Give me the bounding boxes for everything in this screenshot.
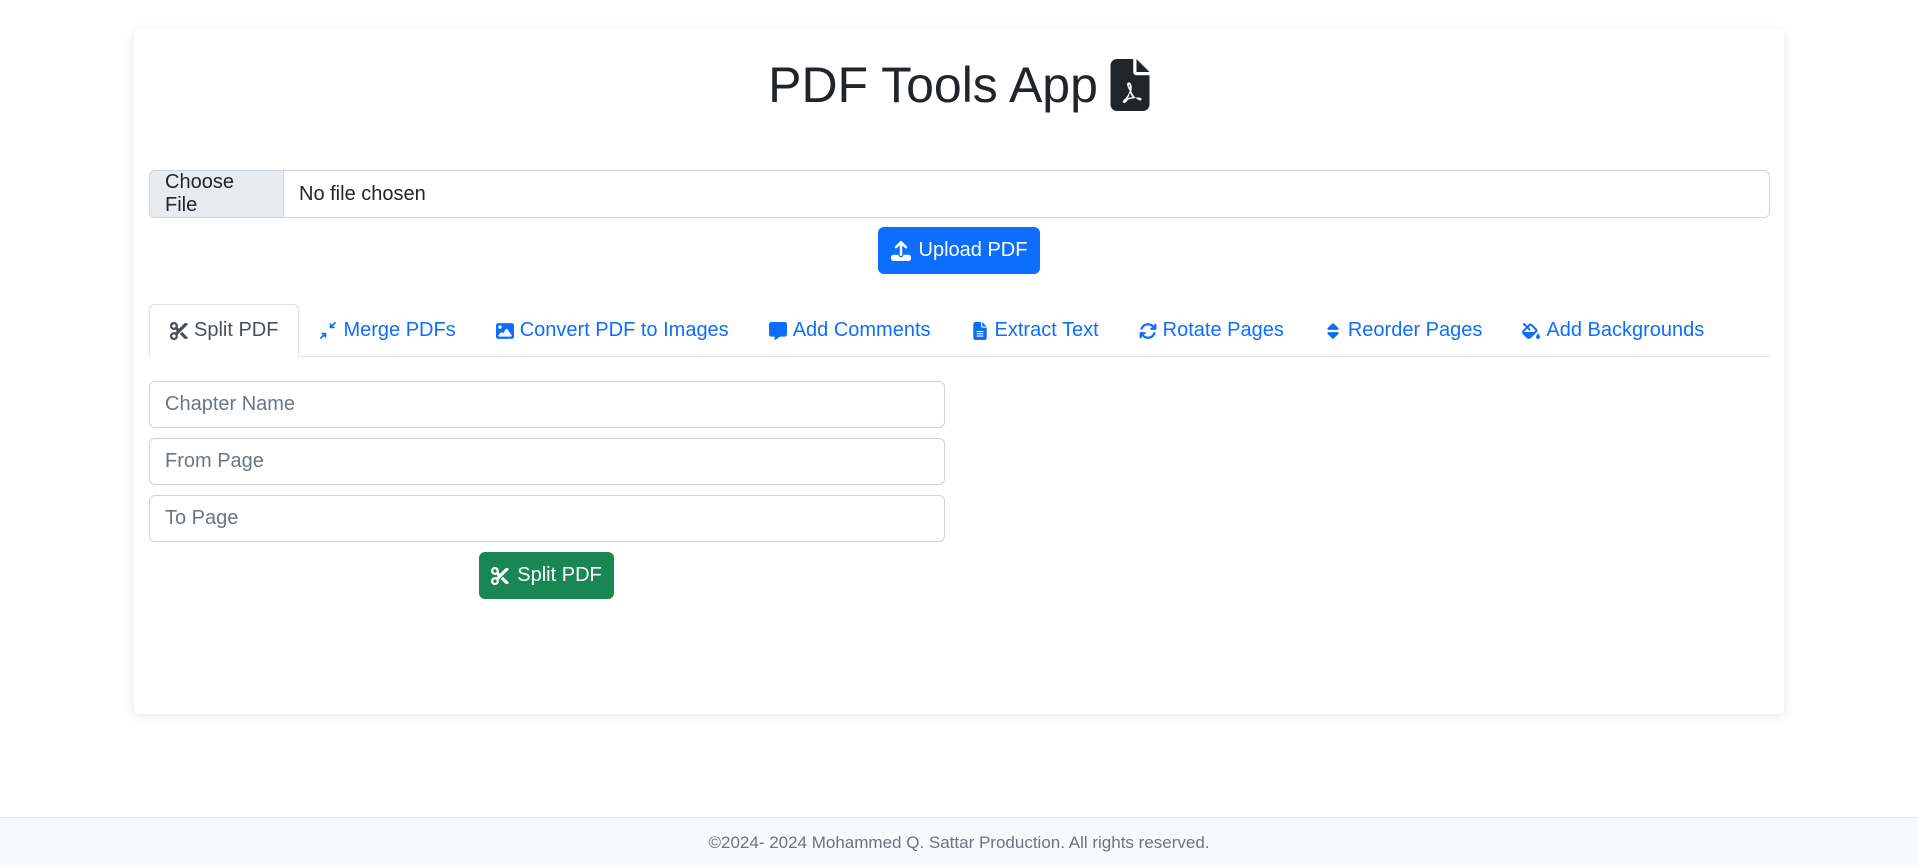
tab-merge-pdfs[interactable]: Merge PDFs — [299, 304, 475, 357]
scissors-icon — [170, 321, 188, 340]
tab-label: Reorder Pages — [1347, 319, 1483, 341]
footer: ©2024- 2024 Mohammed Q. Sattar Productio… — [0, 817, 1918, 867]
tab-label: Convert PDF to Images — [519, 319, 729, 341]
tab-split-pdf[interactable]: Split PDF — [149, 304, 300, 357]
upload-pdf-label: Upload PDF — [918, 239, 1028, 261]
file-input[interactable]: Choose File No file chosen — [149, 170, 1770, 218]
tab-label: Split PDF — [194, 319, 279, 341]
sort-icon — [1327, 322, 1339, 339]
upload-icon — [890, 240, 911, 261]
pdf-file-icon — [1110, 59, 1150, 111]
split-pdf-button[interactable]: Split PDF — [479, 552, 614, 599]
page-title-text: PDF Tools App — [768, 57, 1098, 113]
split-pdf-label: Split PDF — [517, 564, 602, 586]
tab-add-backgrounds[interactable]: Add Backgrounds — [1502, 304, 1724, 357]
tab-add-comments[interactable]: Add Comments — [749, 304, 951, 357]
upload-pdf-button[interactable]: Upload PDF — [878, 227, 1040, 274]
file-text-icon — [972, 321, 987, 340]
paint-bucket-icon — [1522, 322, 1541, 339]
main-card — [134, 29, 1784, 714]
compress-icon — [320, 321, 337, 339]
tab-label: Merge PDFs — [343, 319, 456, 341]
scissors-icon — [491, 566, 510, 585]
copyright-text: ©2024- 2024 Mohammed Q. Sattar Productio… — [708, 832, 1210, 852]
from-page-input[interactable] — [149, 438, 945, 485]
tab-label: Extract Text — [994, 319, 1099, 341]
tab-extract-text[interactable]: Extract Text — [951, 304, 1119, 357]
file-status-text: No file chosen — [299, 182, 426, 205]
chapter-name-input[interactable] — [149, 381, 945, 428]
tool-tabs: Split PDF Merge PDFs Convert PDF to Imag… — [149, 304, 1770, 357]
tab-rotate-pages[interactable]: Rotate Pages — [1119, 304, 1304, 357]
tab-label: Add Backgrounds — [1546, 319, 1705, 341]
rotate-icon — [1139, 322, 1157, 339]
comment-icon — [768, 321, 787, 340]
choose-file-button[interactable]: Choose File — [150, 171, 284, 217]
tab-convert-pdf-to-images[interactable]: Convert PDF to Images — [476, 304, 749, 357]
page-title: PDF Tools App — [0, 56, 1918, 114]
to-page-input[interactable] — [149, 495, 945, 542]
tab-label: Rotate Pages — [1162, 319, 1284, 341]
tab-reorder-pages[interactable]: Reorder Pages — [1304, 304, 1503, 357]
tab-label: Add Comments — [792, 319, 931, 341]
image-icon — [495, 322, 514, 339]
